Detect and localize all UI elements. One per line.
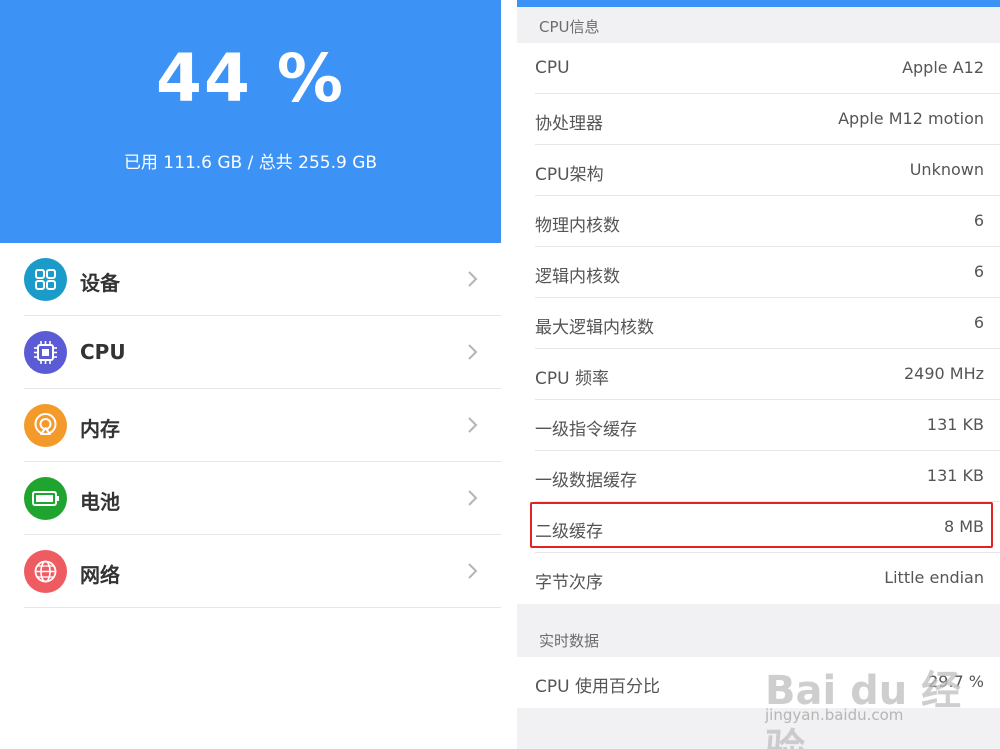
section-header-realtime: 实时数据 xyxy=(539,632,600,650)
menu-item-label: 内存 xyxy=(80,417,120,441)
menu-item-label: CPU xyxy=(80,340,126,364)
info-key: 逻辑内核数 xyxy=(535,267,620,287)
chevron-right-icon xyxy=(468,563,478,579)
storage-summary-card: 44 % 已用 111.6 GB / 总共 255.9 GB xyxy=(0,0,501,243)
grid-icon xyxy=(24,258,67,301)
menu-item-label: 电池 xyxy=(80,490,120,514)
category-menu: 设备 CPU 内存 电池 网络 xyxy=(0,243,501,608)
info-row-frequency: CPU 频率 2490 MHz xyxy=(517,349,1000,400)
info-value: Apple A12 xyxy=(902,58,984,77)
info-value: Little endian xyxy=(884,568,984,587)
baidu-jingyan-watermark: Bai du 经验 jingyan.baidu.com xyxy=(765,640,995,749)
storage-usage-text: 已用 111.6 GB / 总共 255.9 GB xyxy=(123,153,378,173)
menu-item-battery[interactable]: 电池 xyxy=(0,462,501,535)
storage-percent: 44 % xyxy=(156,40,345,117)
info-row-byte-order: 字节次序 Little endian xyxy=(517,553,1000,604)
info-row-architecture: CPU架构 Unknown xyxy=(517,145,1000,196)
info-key: 最大逻辑内核数 xyxy=(535,318,654,338)
info-value: 6 xyxy=(973,211,984,230)
info-key: 字节次序 xyxy=(535,573,603,593)
cpu-info-screen: CPU信息 CPU Apple A12 协处理器 Apple M12 motio… xyxy=(517,0,1000,749)
chevron-right-icon xyxy=(468,417,478,433)
globe-icon xyxy=(24,550,67,593)
watermark-brand: Bai du 经验 xyxy=(765,668,962,749)
menu-item-network[interactable]: 网络 xyxy=(0,535,501,608)
menu-item-cpu[interactable]: CPU xyxy=(0,316,501,389)
info-key: 协处理器 xyxy=(535,114,603,134)
nav-bar-edge xyxy=(517,0,1000,7)
info-value: 6 xyxy=(973,262,984,281)
menu-item-memory[interactable]: 内存 xyxy=(0,389,501,462)
menu-item-label: 设备 xyxy=(80,271,120,295)
info-value: 2490 MHz xyxy=(903,364,984,383)
highlight-box xyxy=(530,502,993,548)
chevron-right-icon xyxy=(468,490,478,506)
info-key: 物理内核数 xyxy=(535,216,620,236)
info-row-max-logical-cores: 最大逻辑内核数 6 xyxy=(517,298,1000,349)
info-value: 6 xyxy=(973,313,984,332)
screenshot-gutter xyxy=(501,0,517,749)
info-row-cpu: CPU Apple A12 xyxy=(517,43,1000,94)
info-value: 131 KB xyxy=(926,415,984,434)
info-row-logical-cores: 逻辑内核数 6 xyxy=(517,247,1000,298)
info-value: Apple M12 motion xyxy=(838,109,984,128)
info-value: Unknown xyxy=(909,160,984,179)
memory-icon xyxy=(24,404,67,447)
info-key: CPU 使用百分比 xyxy=(535,677,660,697)
info-value: 131 KB xyxy=(926,466,984,485)
chevron-right-icon xyxy=(468,271,478,287)
storage-screen: 44 % 已用 111.6 GB / 总共 255.9 GB 设备 CPU 内存… xyxy=(0,0,501,749)
info-row-coprocessor: 协处理器 Apple M12 motion xyxy=(517,94,1000,145)
menu-item-device[interactable]: 设备 xyxy=(0,243,501,316)
info-row-l1-data-cache: 一级数据缓存 131 KB xyxy=(517,451,1000,502)
info-key: CPU xyxy=(535,58,570,78)
divider xyxy=(24,607,501,608)
menu-item-label: 网络 xyxy=(80,563,120,587)
watermark-url: jingyan.baidu.com xyxy=(765,706,904,724)
section-header-cpu-info: CPU信息 xyxy=(539,18,600,36)
info-key: CPU 频率 xyxy=(535,369,609,389)
chip-icon xyxy=(24,331,67,374)
info-key: 一级数据缓存 xyxy=(535,471,637,491)
battery-icon xyxy=(24,477,67,520)
info-key: CPU架构 xyxy=(535,165,604,185)
info-row-physical-cores: 物理内核数 6 xyxy=(517,196,1000,247)
info-row-l1-instruction-cache: 一级指令缓存 131 KB xyxy=(517,400,1000,451)
info-key: 一级指令缓存 xyxy=(535,420,637,440)
chevron-right-icon xyxy=(468,344,478,360)
